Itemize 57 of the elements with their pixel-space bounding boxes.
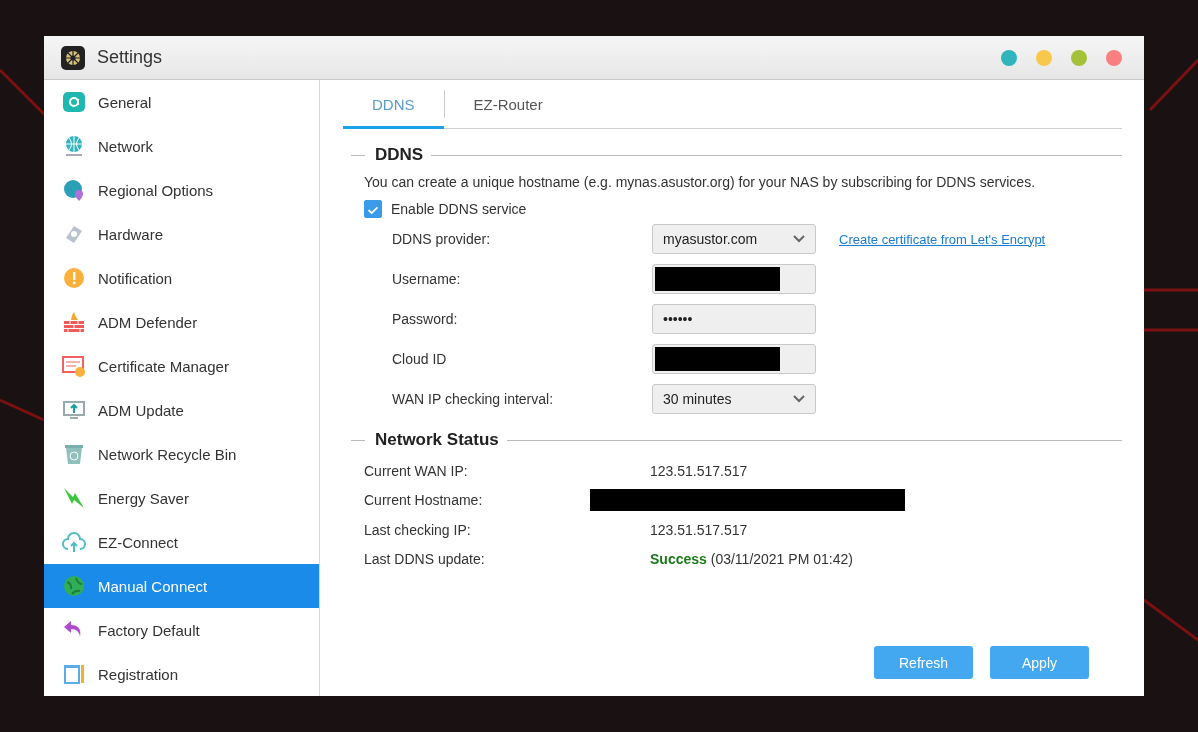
sidebar-item[interactable]: Notification (44, 256, 319, 300)
recycle-bin-icon (62, 442, 86, 466)
lightning-icon (62, 486, 86, 510)
sidebar-item[interactable]: Network (44, 124, 319, 168)
input-field[interactable] (652, 264, 816, 294)
certificate-icon (62, 354, 86, 378)
window-dot-button[interactable] (1036, 49, 1052, 66)
description-text: You can create a unique hostname (e.g. mynas.asustor.org) for your NAS by subscribing for DDNS services. (364, 174, 1037, 190)
status-label: Current WAN IP: (364, 462, 469, 479)
tab[interactable]: EZ-Router (444, 80, 572, 129)
encrypt-link[interactable]: Create certificate from Let's Encrypt (839, 231, 1046, 247)
notepad-icon (62, 662, 86, 686)
field-label: WAN IP checking interval: (392, 391, 555, 407)
app-logo-icon (62, 90, 86, 114)
window-dot-button[interactable] (1001, 49, 1017, 66)
monitor-upload-icon (62, 398, 86, 422)
sidebar-item[interactable]: Network Recycle Bin (44, 432, 319, 476)
status-value: 123.51.517.517 (650, 521, 748, 538)
cloud-upload-icon (62, 530, 86, 554)
checkbox-label: Enable DDNS service (391, 201, 527, 217)
chevron-down-icon (793, 395, 805, 403)
field-label: DDNS provider: (392, 231, 492, 247)
sidebar-item[interactable]: Hardware (44, 212, 319, 256)
alert-icon (62, 266, 86, 290)
checkbox[interactable] (364, 200, 382, 218)
status-value: Success (03/11/2021 PM 01:42) (650, 551, 853, 568)
status-label: Last checking IP: (364, 521, 472, 538)
status-label: Last DDNS update: (364, 551, 486, 568)
sidebar-item[interactable]: Certificate Manager (44, 344, 319, 388)
window-dot-button[interactable] (1071, 49, 1087, 66)
section-heading: Network Status (374, 430, 500, 450)
window-title: Settings (97, 47, 163, 68)
chevron-down-icon (793, 235, 805, 243)
sidebar-item[interactable]: ADM Defender (44, 300, 319, 344)
sidebar-item[interactable]: Manual Connect (44, 564, 319, 608)
field-label: Password: (392, 311, 459, 327)
sidebar-item[interactable]: Registration (44, 652, 319, 696)
section-heading: DDNS (374, 145, 425, 165)
status-value: 123.51.517.517 (650, 462, 748, 479)
globe-icon (62, 574, 86, 598)
sidebar-item[interactable]: Energy Saver (44, 476, 319, 520)
field-label: Username: (392, 271, 462, 287)
field-label: Cloud ID (392, 351, 448, 367)
sidebar-item[interactable]: Factory Default (44, 608, 319, 652)
sidebar-item[interactable]: Regional Options (44, 168, 319, 212)
password-field[interactable]: •••••• (652, 304, 816, 334)
input-field[interactable] (652, 344, 816, 374)
sidebar-item[interactable]: EZ-Connect (44, 520, 319, 564)
gear-wheel-icon (61, 45, 85, 70)
firewall-icon (62, 310, 86, 334)
globe-pin-icon (62, 178, 86, 202)
status-label: Current Hostname: (364, 492, 484, 509)
sidebar-item[interactable]: ADM Update (44, 388, 319, 432)
sidebar-item[interactable]: General (44, 80, 319, 124)
dropdown[interactable]: myasustor.com (652, 224, 816, 254)
dropdown[interactable]: 30 minutes (652, 384, 816, 414)
close-button[interactable] (1106, 49, 1122, 66)
